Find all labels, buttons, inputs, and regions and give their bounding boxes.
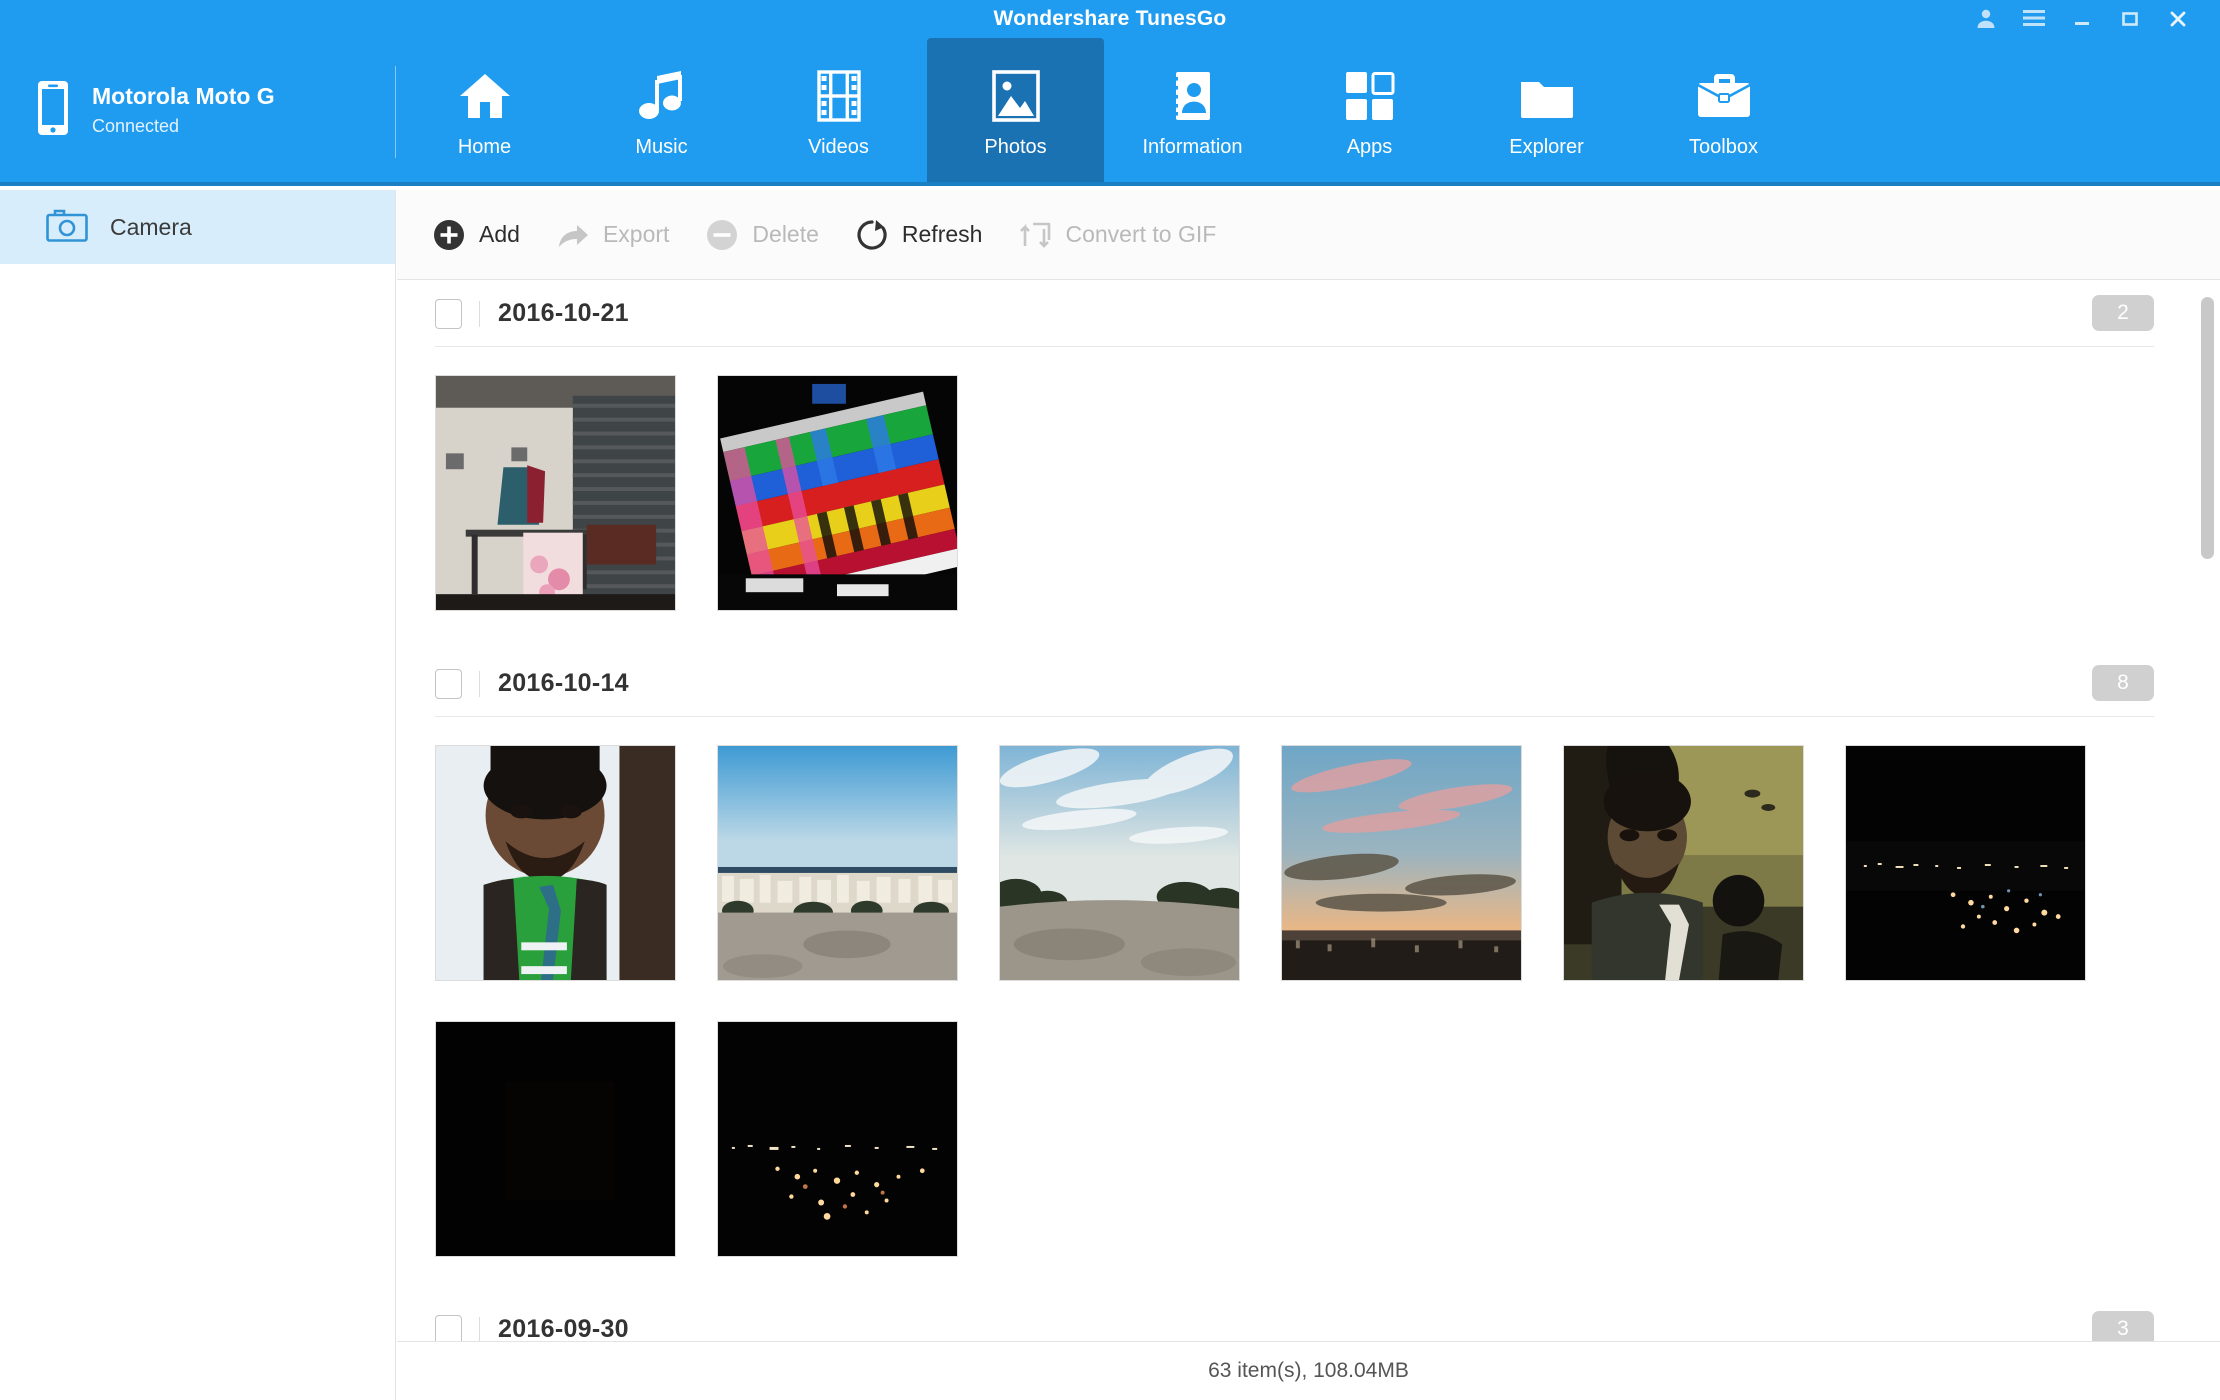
photo-thumbnail[interactable] xyxy=(717,375,958,611)
group-count-badge: 8 xyxy=(2092,665,2154,701)
tab-information[interactable]: Information xyxy=(1104,38,1281,182)
export-button[interactable]: Export xyxy=(546,205,695,265)
photo-grid xyxy=(397,347,2198,651)
tab-apps[interactable]: Apps xyxy=(1281,38,1458,182)
film-strip-icon xyxy=(817,68,861,124)
scrollbar-thumb[interactable] xyxy=(2201,297,2214,559)
tab-photos[interactable]: Photos xyxy=(927,38,1104,182)
photo-thumbnail[interactable] xyxy=(435,745,676,981)
tab-label-toolbox: Toolbox xyxy=(1689,136,1758,159)
camera-icon xyxy=(46,208,88,247)
tab-toolbox[interactable]: Toolbox xyxy=(1635,38,1812,182)
photo-thumbnail[interactable] xyxy=(435,1021,676,1257)
status-bar: 63 item(s), 108.04MB xyxy=(397,1341,2220,1400)
device-status: Connected xyxy=(92,116,275,137)
photo-thumbnail[interactable] xyxy=(1845,745,2086,981)
tab-label-music: Music xyxy=(635,136,687,159)
account-icon[interactable] xyxy=(1962,0,2010,38)
contacts-book-icon xyxy=(1170,68,1216,124)
group-count-badge: 3 xyxy=(2092,1311,2154,1341)
group-select-checkbox[interactable] xyxy=(435,669,462,699)
photos-content: 2016-10-21 2 xyxy=(397,281,2220,1341)
nav-tabs: Home Music xyxy=(396,38,1812,182)
photo-grid xyxy=(397,717,2198,1297)
refresh-button[interactable]: Refresh xyxy=(845,205,1009,265)
vertical-scrollbar[interactable] xyxy=(2201,289,2214,1333)
tab-label-apps: Apps xyxy=(1347,136,1393,159)
maximize-icon[interactable] xyxy=(2106,0,2154,38)
photo-thumbnail[interactable] xyxy=(1281,745,1522,981)
group-count-badge: 2 xyxy=(2092,295,2154,331)
device-panel[interactable]: Motorola Moto G Connected xyxy=(0,38,396,182)
convert-gif-icon xyxy=(1018,218,1052,252)
window-controls xyxy=(1962,0,2202,38)
refresh-label: Refresh xyxy=(902,221,983,248)
delete-label: Delete xyxy=(752,221,818,248)
convert-to-gif-button[interactable]: Convert to GIF xyxy=(1008,205,1242,265)
photo-thumbnail[interactable] xyxy=(999,745,1240,981)
group-select-checkbox[interactable] xyxy=(435,299,462,329)
export-arrow-icon xyxy=(556,218,590,252)
close-icon[interactable] xyxy=(2154,0,2202,38)
refresh-icon xyxy=(855,218,889,252)
tab-home[interactable]: Home xyxy=(396,38,573,182)
tab-videos[interactable]: Videos xyxy=(750,38,927,182)
device-name: Motorola Moto G xyxy=(92,83,275,110)
group-header: 2016-10-21 2 xyxy=(435,281,2154,347)
group-date-label: 2016-09-30 xyxy=(498,1315,629,1341)
group-header: 2016-10-14 8 xyxy=(435,651,2154,717)
minus-circle-icon xyxy=(705,218,739,252)
menu-icon[interactable] xyxy=(2010,0,2058,38)
phone-icon xyxy=(34,79,72,142)
photo-thumbnail[interactable] xyxy=(717,745,958,981)
tab-explorer[interactable]: Explorer xyxy=(1458,38,1635,182)
photo-thumbnail[interactable] xyxy=(1563,745,1804,981)
tab-label-home: Home xyxy=(458,136,511,159)
tab-label-videos: Videos xyxy=(808,136,869,159)
minimize-icon[interactable] xyxy=(2058,0,2106,38)
tab-music[interactable]: Music xyxy=(573,38,750,182)
music-note-icon xyxy=(637,68,687,124)
tab-label-photos: Photos xyxy=(984,136,1046,159)
convert-to-gif-label: Convert to GIF xyxy=(1065,221,1216,248)
sidebar-item-label-camera: Camera xyxy=(110,214,192,241)
app-title: Wondershare TunesGo xyxy=(994,7,1227,31)
divider xyxy=(479,301,480,327)
delete-button[interactable]: Delete xyxy=(695,205,844,265)
grid-squares-icon xyxy=(1345,68,1395,124)
photos-toolbar: Add Export Delete Refresh Con xyxy=(397,190,2220,280)
divider xyxy=(479,671,480,697)
group-select-checkbox[interactable] xyxy=(435,1315,462,1342)
photo-thumbnail[interactable] xyxy=(717,1021,958,1257)
tab-label-information: Information xyxy=(1142,136,1242,159)
sidebar: Camera xyxy=(0,190,396,1400)
status-summary: 63 item(s), 108.04MB xyxy=(1208,1359,1409,1383)
home-icon xyxy=(458,68,512,124)
photos-scroll-area: 2016-10-21 2 xyxy=(397,281,2198,1341)
picture-icon xyxy=(992,68,1040,124)
folder-icon xyxy=(1519,68,1575,124)
briefcase-icon xyxy=(1696,68,1752,124)
group-date-label: 2016-10-14 xyxy=(498,669,629,698)
title-bar: Wondershare TunesGo xyxy=(0,0,2220,38)
top-navigation-bar: Motorola Moto G Connected Home xyxy=(0,38,2220,186)
photo-thumbnail[interactable] xyxy=(435,375,676,611)
tab-label-explorer: Explorer xyxy=(1509,136,1583,159)
sidebar-item-camera[interactable]: Camera xyxy=(0,190,395,264)
export-label: Export xyxy=(603,221,669,248)
group-header: 2016-09-30 3 xyxy=(435,1297,2154,1341)
add-button[interactable]: Add xyxy=(422,205,546,265)
divider xyxy=(479,1317,480,1342)
plus-circle-icon xyxy=(432,218,466,252)
group-date-label: 2016-10-21 xyxy=(498,299,629,328)
add-label: Add xyxy=(479,221,520,248)
